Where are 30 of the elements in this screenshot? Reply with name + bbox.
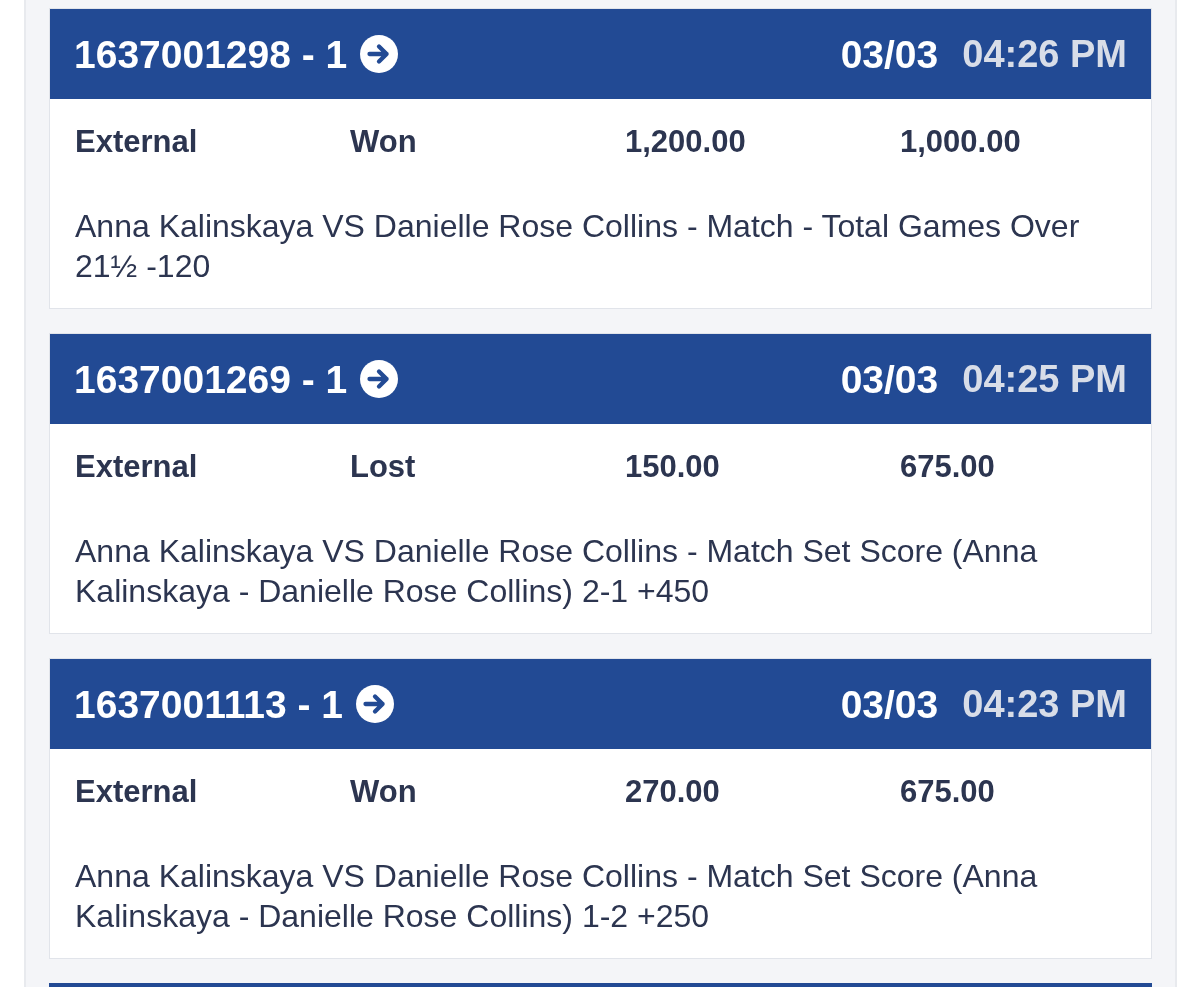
bet-field: 1,200.00 xyxy=(625,124,746,160)
bet-field: 270.00 xyxy=(625,774,720,810)
arrow-circle-icon[interactable] xyxy=(355,685,394,723)
arrow-circle-icon[interactable] xyxy=(360,360,399,398)
bet-time: 04:25 PM xyxy=(962,360,1127,398)
bet-field: Won xyxy=(350,774,417,810)
ticket-number: 1637001269 - 1 xyxy=(74,359,348,399)
bet-date: 03/03 xyxy=(840,34,939,74)
bet-description: Anna Kalinskaya VS Danielle Rose Collins - Match Set Score (Anna Kalinskaya - Danielle Rose Collins) 2-1 +450 xyxy=(75,532,1039,611)
card-header[interactable]: 1637001113 - 1 03/03 04:23 PM xyxy=(50,659,1151,749)
bet-field: External xyxy=(75,449,198,485)
bet-description: Anna Kalinskaya VS Danielle Rose Collins - Match Set Score (Anna Kalinskaya - Danielle Rose Collins) 1-2 +250 xyxy=(75,857,1039,936)
card-header[interactable]: 1637001298 - 1 03/03 04:26 PM xyxy=(50,9,1151,99)
bet-field: 675.00 xyxy=(900,449,995,485)
bet-field: Won xyxy=(350,124,417,160)
bet-date: 03/03 xyxy=(840,684,939,724)
bet-date: 03/03 xyxy=(840,359,939,399)
ticket-number: 1637001298 - 1 xyxy=(74,34,348,74)
bet-field: External xyxy=(75,774,198,810)
bet-field: Lost xyxy=(350,449,416,485)
arrow-circle-icon[interactable] xyxy=(360,35,399,73)
bet-field: 1,000.00 xyxy=(900,124,1021,160)
ticket-number: 1637001113 - 1 xyxy=(74,684,343,724)
bet-time: 04:26 PM xyxy=(962,35,1127,73)
bet-description: Anna Kalinskaya VS Danielle Rose Collins - Match - Total Games Over 21½ -120 xyxy=(75,207,1081,286)
bet-field: 675.00 xyxy=(900,774,995,810)
bet-time: 04:23 PM xyxy=(962,685,1127,723)
card-header[interactable]: 1637001269 - 1 03/03 04:25 PM xyxy=(50,334,1151,424)
bet-field: 150.00 xyxy=(625,449,720,485)
bet-field: External xyxy=(75,124,198,160)
